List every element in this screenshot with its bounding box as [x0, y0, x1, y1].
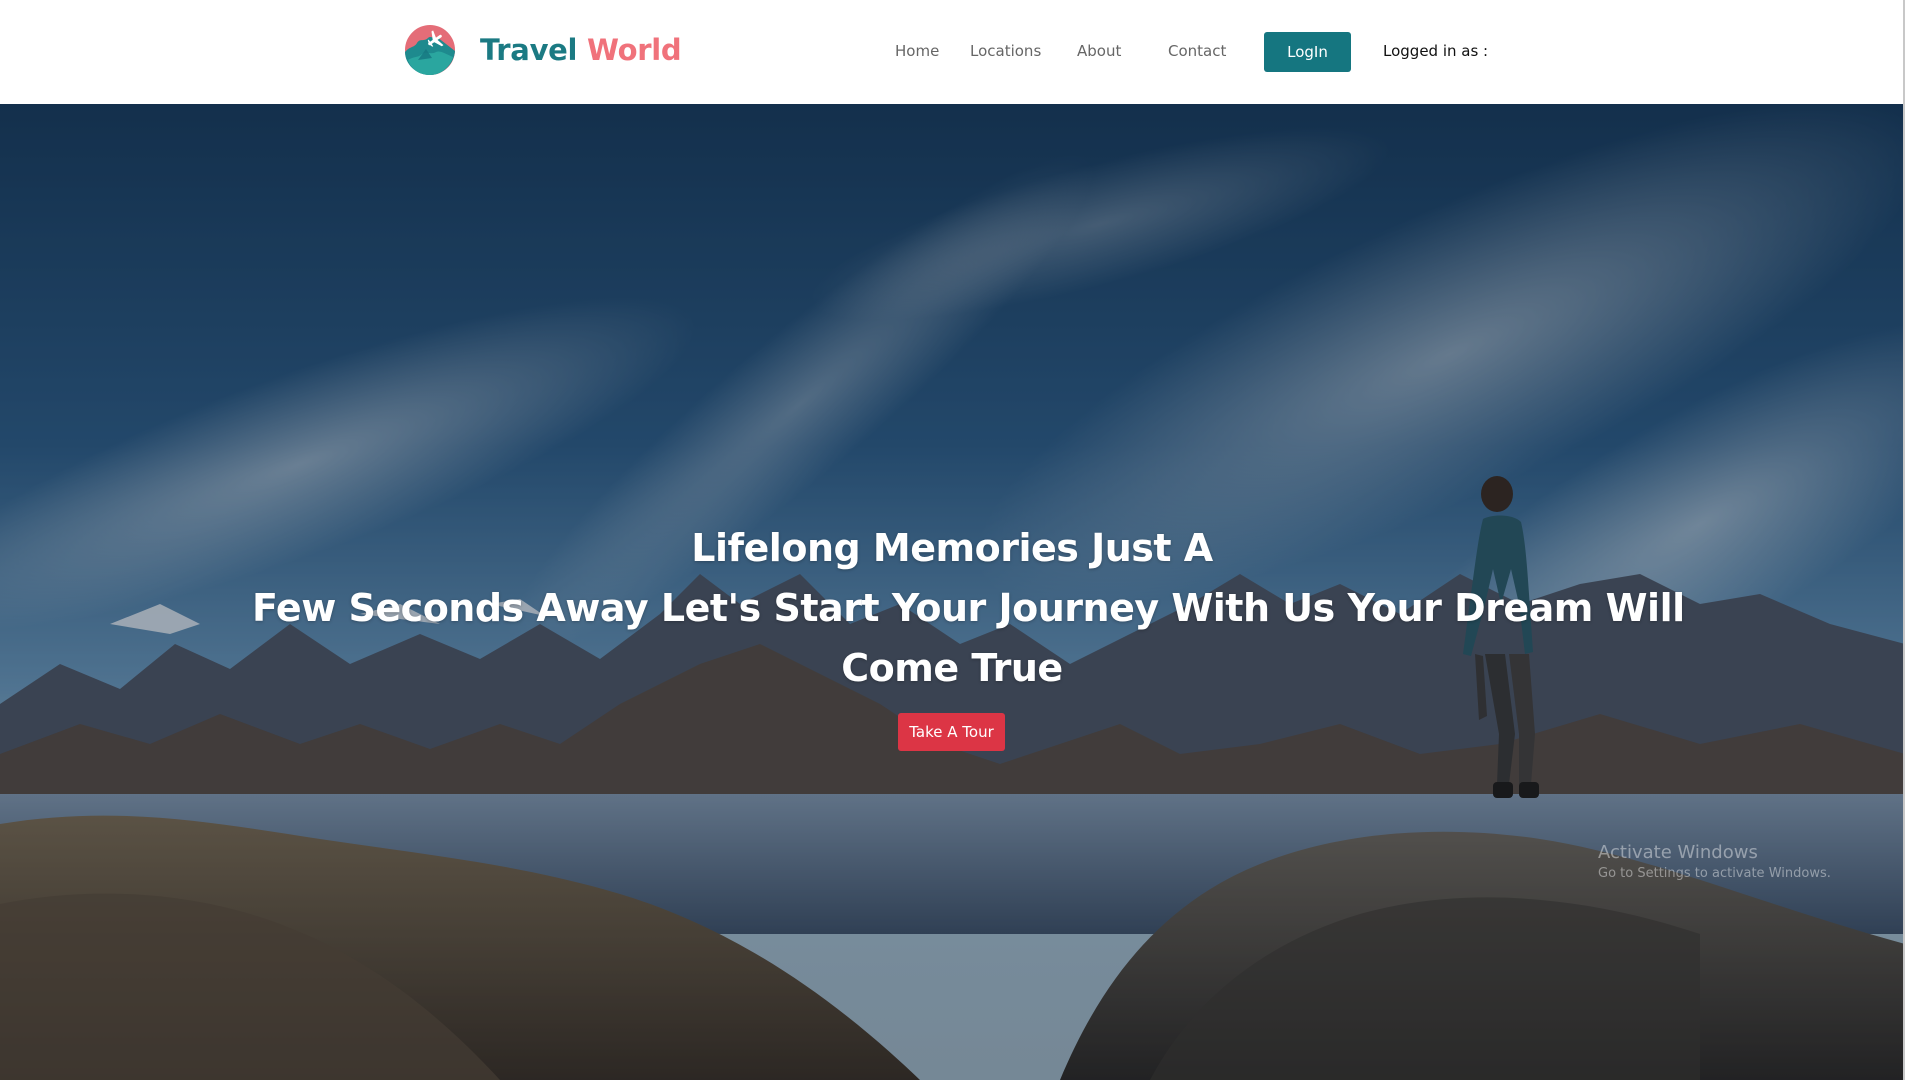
globe-airplane-icon [405, 25, 455, 75]
brand-name: Travel World [480, 33, 682, 67]
nav-home[interactable]: Home [895, 42, 939, 60]
nav-about[interactable]: About [1077, 42, 1121, 60]
login-button[interactable]: LogIn [1264, 32, 1351, 72]
hero-headline-line-3: Come True [841, 646, 1063, 690]
hero-section: Lifelong Memories Just A Few Seconds Awa… [0, 104, 1905, 1080]
page: Travel World Home Locations About Contac… [0, 0, 1905, 1080]
take-a-tour-button[interactable]: Take A Tour [898, 713, 1005, 751]
brand-name-part2: World [586, 33, 682, 67]
logged-in-status: Logged in as : [1383, 42, 1489, 60]
windows-activation-watermark: Activate Windows Go to Settings to activ… [1598, 842, 1831, 884]
nav-contact[interactable]: Contact [1168, 42, 1226, 60]
hero-headline-line-1: Lifelong Memories Just A [691, 526, 1213, 570]
hero-headline: Lifelong Memories Just A Few Seconds Awa… [252, 518, 1685, 698]
watermark-subtitle: Go to Settings to activate Windows. [1598, 866, 1831, 881]
watermark-title: Activate Windows [1598, 842, 1758, 863]
hero-headline-line-2: Few Seconds Away Let's Start Your Journe… [252, 586, 1685, 630]
nav-locations[interactable]: Locations [970, 42, 1041, 60]
site-header: Travel World Home Locations About Contac… [0, 0, 1905, 104]
brand-logo-link[interactable]: Travel World [404, 22, 682, 78]
brand-name-part1: Travel [480, 33, 578, 67]
